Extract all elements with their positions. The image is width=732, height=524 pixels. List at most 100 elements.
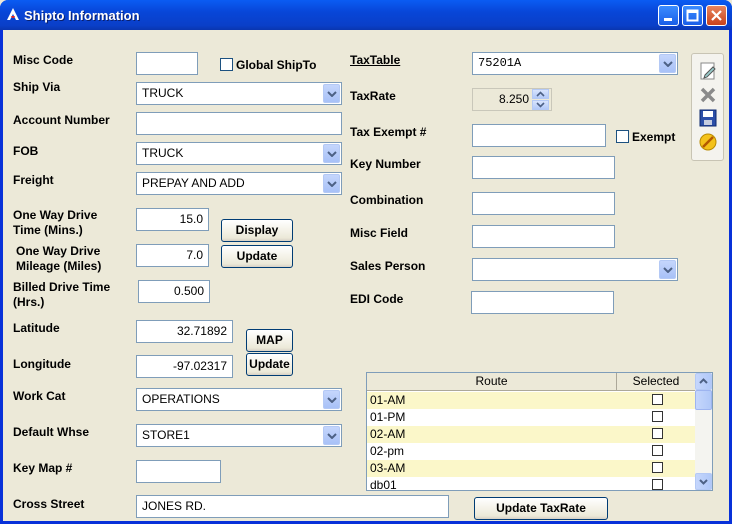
- window-title: Shipto Information: [24, 8, 140, 23]
- edi-code-input[interactable]: [471, 291, 614, 314]
- save-icon[interactable]: [697, 107, 719, 129]
- table-row[interactable]: 02-pm: [367, 443, 696, 460]
- route-selected-checkbox[interactable]: [652, 462, 663, 473]
- shipto-window: Shipto Information Misc Code Global Ship…: [0, 0, 732, 524]
- edi-code-label: EDI Code: [350, 292, 404, 306]
- route-scrollbar[interactable]: [695, 373, 712, 490]
- update-taxrate-button[interactable]: Update TaxRate: [474, 497, 608, 520]
- chevron-down-icon[interactable]: [323, 84, 340, 103]
- exempt-checkbox[interactable]: [616, 130, 629, 143]
- display-button[interactable]: Display: [221, 219, 293, 242]
- route-name: 02-pm: [370, 444, 405, 458]
- scroll-thumb[interactable]: [695, 390, 712, 410]
- record-toolbar: [691, 53, 724, 161]
- fob-label: FOB: [13, 144, 39, 158]
- work-cat-value: OPERATIONS: [142, 392, 220, 406]
- account-number-input[interactable]: [136, 112, 342, 135]
- cross-street-input[interactable]: JONES RD.: [136, 495, 449, 518]
- spin-up-icon[interactable]: [532, 89, 549, 99]
- route-name: 02-AM: [370, 427, 406, 441]
- table-row[interactable]: 01-PM: [367, 409, 696, 426]
- cancel-icon[interactable]: [697, 131, 719, 153]
- billed-time-label-1: Billed Drive Time: [13, 280, 111, 294]
- tax-table-select[interactable]: 75201A: [472, 52, 678, 75]
- app-icon: [7, 8, 19, 20]
- cross-street-label: Cross Street: [13, 497, 85, 511]
- global-shipto-label: Global ShipTo: [236, 58, 317, 72]
- route-name: db01: [370, 478, 397, 491]
- spin-down-icon[interactable]: [532, 100, 549, 110]
- sales-person-label: Sales Person: [350, 259, 426, 273]
- default-whse-select[interactable]: STORE1: [136, 424, 342, 447]
- delete-icon[interactable]: [697, 84, 719, 106]
- exempt-label: Exempt: [632, 130, 676, 144]
- table-row[interactable]: 02-AM: [367, 426, 696, 443]
- billed-time-label-2: (Hrs.): [13, 295, 45, 309]
- route-column-header[interactable]: Route: [367, 373, 617, 391]
- chevron-down-icon[interactable]: [659, 54, 676, 73]
- tax-table-label[interactable]: TaxTable: [350, 53, 400, 68]
- chevron-down-icon[interactable]: [323, 426, 340, 445]
- misc-code-label: Misc Code: [13, 53, 74, 67]
- drive-time-input[interactable]: 15.0: [136, 208, 209, 231]
- maximize-button[interactable]: [682, 5, 703, 26]
- latitude-label: Latitude: [13, 321, 60, 335]
- scroll-up-icon[interactable]: [695, 373, 712, 390]
- route-selected-checkbox[interactable]: [652, 394, 663, 405]
- account-number-label: Account Number: [13, 113, 110, 127]
- longitude-label: Longitude: [13, 357, 71, 371]
- tax-exempt-label: Tax Exempt #: [350, 125, 427, 139]
- latitude-input[interactable]: 32.71892: [136, 320, 233, 343]
- combination-label: Combination: [350, 193, 424, 207]
- tax-exempt-input[interactable]: [472, 124, 606, 147]
- close-button[interactable]: [706, 5, 727, 26]
- chevron-down-icon[interactable]: [323, 174, 340, 193]
- tax-rate-spinner[interactable]: [532, 89, 550, 110]
- freight-select[interactable]: PREPAY AND ADD: [136, 172, 342, 195]
- fob-select[interactable]: TRUCK: [136, 142, 342, 165]
- tax-table-value: 75201A: [478, 56, 522, 70]
- default-whse-label: Default Whse: [13, 425, 90, 439]
- route-name: 03-AM: [370, 461, 406, 475]
- work-cat-label: Work Cat: [13, 389, 66, 403]
- route-selected-checkbox[interactable]: [652, 428, 663, 439]
- table-row[interactable]: 03-AM: [367, 460, 696, 477]
- fob-value: TRUCK: [142, 146, 184, 160]
- update-button[interactable]: Update: [221, 245, 293, 268]
- work-cat-select[interactable]: OPERATIONS: [136, 388, 342, 411]
- longitude-input[interactable]: -97.02317: [136, 355, 233, 378]
- title-bar[interactable]: Shipto Information: [0, 0, 732, 30]
- combination-input[interactable]: [472, 192, 615, 215]
- route-selected-checkbox[interactable]: [652, 411, 663, 422]
- drive-mileage-input[interactable]: 7.0: [136, 244, 209, 267]
- edit-icon[interactable]: [697, 60, 719, 82]
- default-whse-value: STORE1: [142, 428, 190, 442]
- misc-field-input[interactable]: [472, 225, 615, 248]
- ship-via-select[interactable]: TRUCK: [136, 82, 342, 105]
- map-update-button[interactable]: Update: [246, 353, 293, 376]
- ship-via-label: Ship Via: [13, 80, 61, 94]
- scroll-down-icon[interactable]: [695, 473, 712, 490]
- key-map-input[interactable]: [136, 460, 221, 483]
- route-name: 01-AM: [370, 393, 406, 407]
- minimize-button[interactable]: [658, 5, 679, 26]
- table-row[interactable]: db01: [367, 477, 696, 491]
- tax-rate-label: TaxRate: [350, 89, 396, 103]
- global-shipto-checkbox[interactable]: [220, 58, 233, 71]
- sales-person-select[interactable]: [472, 258, 678, 281]
- table-row[interactable]: 01-AM: [367, 392, 696, 409]
- ship-via-value: TRUCK: [142, 86, 184, 100]
- selected-column-header[interactable]: Selected: [617, 373, 696, 391]
- route-table[interactable]: Route Selected 01-AM 01-PM 02-AM 02-pm 03-AM…: [366, 372, 713, 491]
- chevron-down-icon[interactable]: [659, 260, 676, 279]
- billed-time-input[interactable]: 0.500: [138, 280, 210, 303]
- route-selected-checkbox[interactable]: [652, 445, 663, 456]
- misc-code-input[interactable]: [136, 52, 198, 75]
- chevron-down-icon[interactable]: [323, 144, 340, 163]
- drive-mileage-label-2: Mileage (Miles): [16, 259, 102, 273]
- map-button[interactable]: MAP: [246, 329, 293, 352]
- freight-value: PREPAY AND ADD: [142, 176, 245, 190]
- key-number-input[interactable]: [472, 156, 615, 179]
- route-selected-checkbox[interactable]: [652, 479, 663, 490]
- chevron-down-icon[interactable]: [323, 390, 340, 409]
